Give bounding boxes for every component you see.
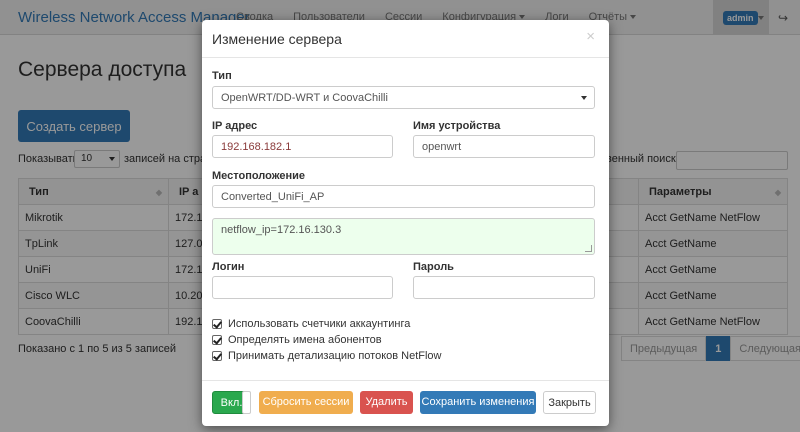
type-select[interactable]: OpenWRT/DD-WRT и CoovaChilli xyxy=(212,86,595,109)
toggle-label: Вкл. xyxy=(220,397,243,409)
edit-server-modal: Изменение сервера × Тип OpenWRT/DD-WRT и… xyxy=(202,20,609,426)
divider xyxy=(202,380,609,381)
close-button[interactable]: Закрыть xyxy=(543,391,596,414)
divider xyxy=(202,57,609,58)
toggle-knob xyxy=(242,391,251,414)
type-label: Тип xyxy=(212,70,232,82)
ip-label: IP адрес xyxy=(212,120,258,132)
accounting-checkbox[interactable]: Использовать счетчики аккаунтинга xyxy=(212,318,410,330)
reset-sessions-button[interactable]: Сбросить сессии xyxy=(259,391,353,414)
password-label: Пароль xyxy=(413,261,454,273)
ip-input[interactable]: 192.168.182.1 xyxy=(212,135,393,158)
close-icon[interactable]: × xyxy=(586,28,595,45)
device-name-input[interactable]: openwrt xyxy=(413,135,595,158)
accounting-checkbox-label: Использовать счетчики аккаунтинга xyxy=(228,318,411,330)
enabled-toggle[interactable]: Вкл. xyxy=(212,391,251,414)
netflow-checkbox-label: Принимать детализацию потоков NetFlow xyxy=(228,350,442,362)
login-label: Логин xyxy=(212,261,245,273)
delete-button[interactable]: Удалить xyxy=(360,391,413,414)
resize-grip-icon[interactable] xyxy=(585,245,592,252)
notes-textarea[interactable]: netflow_ip=172.16.130.3 xyxy=(212,218,595,255)
location-input[interactable]: Converted_UniFi_AP xyxy=(212,185,595,208)
chevron-down-icon xyxy=(581,96,587,100)
notes-text: netflow_ip=172.16.130.3 xyxy=(221,224,342,236)
save-changes-button[interactable]: Сохранить изменения xyxy=(420,391,536,414)
checkbox-checked-icon[interactable] xyxy=(212,351,222,361)
device-name-label: Имя устройства xyxy=(413,120,501,132)
login-input[interactable] xyxy=(212,276,393,299)
subscriber-names-checkbox[interactable]: Определять имена абонентов xyxy=(212,334,382,346)
subscriber-names-checkbox-label: Определять имена абонентов xyxy=(228,334,382,346)
type-value: OpenWRT/DD-WRT и CoovaChilli xyxy=(221,92,388,104)
modal-title: Изменение сервера xyxy=(212,31,342,47)
netflow-checkbox[interactable]: Принимать детализацию потоков NetFlow xyxy=(212,350,442,362)
location-label: Местоположение xyxy=(212,170,306,182)
checkbox-checked-icon[interactable] xyxy=(212,335,222,345)
checkbox-checked-icon[interactable] xyxy=(212,319,222,329)
password-input[interactable] xyxy=(413,276,595,299)
